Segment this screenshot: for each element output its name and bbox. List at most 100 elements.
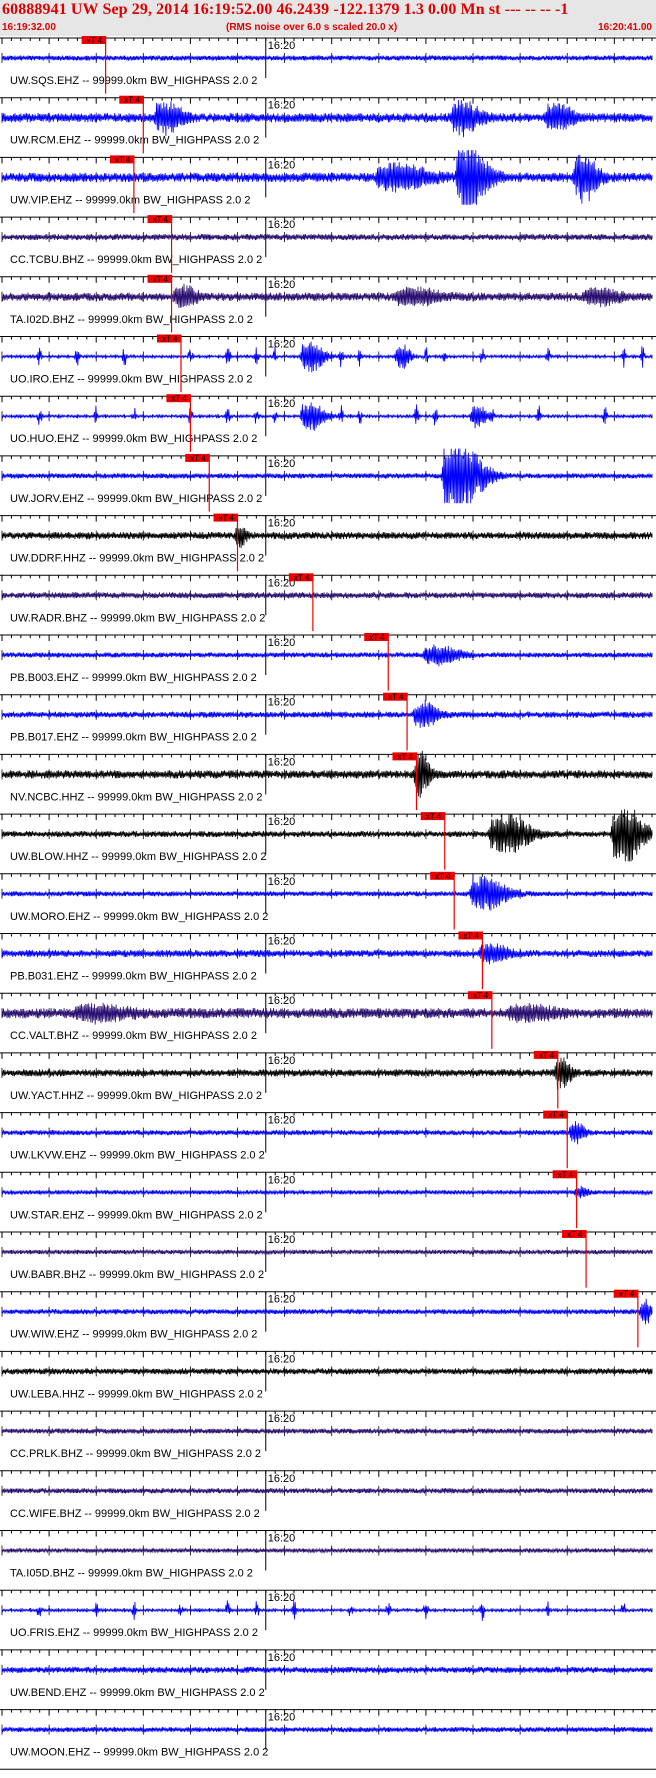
pick-label: xT 4 [435,872,451,881]
station-label: UW.STAR.EHZ -- 99999.0km BW_HIGHPASS 2.0… [10,1209,263,1221]
minute-label: 16:20 [268,219,296,231]
station-label: PB.B003.EHZ -- 99999.0km BW_HIGHPASS 2.0… [10,672,257,684]
trace-row: 16:20 UO.HUO.EHZ -- 99999.0km BW_HIGHPASS… [0,394,656,452]
station-label: UW.DDRF.HHZ -- 99999.0km BW_HIGHPASS 2.0… [10,553,264,565]
trace-row: 16:20 UW.RCM.EHZ -- 99999.0km BW_HIGHPASS… [0,95,656,154]
minute-label: 16:20 [268,1353,296,1365]
minute-label: 16:20 [268,1473,296,1485]
trace-row: 16:20 UW.SQS.EHZ -- 99999.0km BW_HIGHPASS… [0,36,656,94]
waveform [1,283,653,308]
pick-label: xT 4 [369,633,385,642]
minute-label: 16:20 [268,398,296,410]
pick-label: xT 4 [153,275,169,284]
pick-label: xT 4 [567,1230,583,1239]
pick-label: xT 4 [190,454,206,463]
minute-label: 16:20 [268,1115,296,1127]
station-label: CC.TCBU.BHZ -- 99999.0km BW_HIGHPASS 2.0… [10,254,262,266]
trace-row: 16:20 UW.DDRF.HHZ -- 99999.0km BW_HIGHPAS… [0,513,656,572]
station-label: CC.WIFE.BHZ -- 99999.0km BW_HIGHPASS 2.0… [10,1508,260,1520]
minute-label: 16:20 [268,1533,296,1545]
minute-label: 16:20 [268,697,296,709]
waveform [1,99,653,138]
waveform [1,54,653,62]
waveform [1,1002,653,1025]
station-label: UW.RCM.EHZ -- 99999.0km BW_HIGHPASS 2.0 … [10,135,259,147]
trace-row: 16:20 CC.TCBU.BHZ -- 99999.0km BW_HIGHPAS… [0,215,656,273]
minute-label: 16:20 [268,756,296,768]
pick-label: xT 4 [397,752,413,761]
trace-row: 16:20 UW.LKVW.EHZ -- 99999.0km BW_HIGHPAS… [0,1110,656,1169]
trace-row: 16:20 UW.BEND.EHZ -- 99999.0km BW_HIGHPAS… [0,1649,656,1699]
minute-label: 16:20 [268,1712,296,1724]
pick-label: xT 4 [294,573,310,582]
trace-row: 16:20 UW.VIP.EHZ -- 99999.0km BW_HIGHPASS… [0,150,656,214]
trace-row: 16:20 PB.B017.EHZ -- 99999.0km BW_HIGHPAS… [0,692,656,751]
waveform [1,1666,653,1674]
waveform [1,341,653,373]
pick-label: xT 4 [171,394,187,403]
pick-label: xT 4 [473,991,489,1000]
station-label: TA.I05D.BHZ -- 99999.0km BW_HIGHPASS 2.0… [10,1568,253,1580]
minute-label: 16:20 [268,518,296,530]
minute-label: 16:20 [268,1413,296,1425]
station-label: TA.I02D.BHZ -- 99999.0km BW_HIGHPASS 2.0… [10,314,253,326]
trace-row: 16:20 UW.MORO.EHZ -- 99999.0km BW_HIGHPAS… [0,871,656,930]
trace-row: 16:20 TA.I02D.BHZ -- 99999.0km BW_HIGHPAS… [0,274,656,333]
waveform [1,1185,653,1199]
minute-label: 16:20 [268,1174,296,1186]
station-label: UW.MOON.EHZ -- 99999.0km BW_HIGHPASS 2.0… [10,1747,268,1759]
minute-label: 16:20 [268,458,296,470]
waveform [1,1057,653,1090]
pick-label: xT 4 [153,215,169,224]
trace-row: 16:20 UW.BABR.BHZ -- 99999.0km BW_HIGHPAS… [0,1230,656,1288]
station-label: UW.SQS.EHZ -- 99999.0km BW_HIGHPASS 2.0 … [10,75,257,87]
pick-label: xT 4 [162,335,178,344]
trace-row: 16:20 UW.MOON.EHZ -- 99999.0km BW_HIGHPAS… [0,1709,656,1759]
pick-label: xT 4 [219,514,235,523]
pick-label: xT 4 [558,1170,574,1179]
minute-label: 16:20 [268,876,296,888]
waveform [1,1120,653,1145]
pick-label: xT 4 [388,693,404,702]
waveform [1,1487,653,1495]
waveform [1,233,653,241]
waveform [1,1248,653,1256]
minute-label: 16:20 [268,1592,296,1604]
minute-label: 16:20 [268,637,296,649]
seismogram-plot: 16:20 UW.SQS.EHZ -- 99999.0km BW_HIGHPASS… [0,36,656,1770]
trace-row: 16:20 CC.WIFE.BHZ -- 99999.0km BW_HIGHPAS… [0,1470,656,1520]
end-time: 16:20:41.00 [598,22,652,33]
pick-label: xT 4 [539,1051,555,1060]
event-title: 60888941 UW Sep 29, 2014 16:19:52.00 46.… [2,1,569,18]
trace-row: 16:20 NV.NCBC.HHZ -- 99999.0km BW_HIGHPAS… [0,750,656,811]
pick-label: xT 4 [124,96,140,105]
station-label: UW.MORO.EHZ -- 99999.0km BW_HIGHPASS 2.0… [10,911,268,923]
waveform [1,1600,653,1621]
station-label: PB.B017.EHZ -- 99999.0km BW_HIGHPASS 2.0… [10,732,257,744]
minute-label: 16:20 [268,40,296,52]
waveform [1,1726,653,1733]
pick-label: xT 4 [87,36,103,45]
waveform [1,1298,653,1325]
pick-label: xT 4 [548,1111,564,1120]
station-label: UW.BLOW.HHZ -- 99999.0km BW_HIGHPASS 2.0… [10,851,267,863]
station-label: NV.NCBC.HHZ -- 99999.0km BW_HIGHPASS 2.0… [10,791,262,803]
station-label: UW.LKVW.EHZ -- 99999.0km BW_HIGHPASS 2.0… [10,1150,265,1162]
waveform [1,875,653,911]
trace-row: 16:20 UW.LEBA.HHZ -- 99999.0km BW_HIGHPAS… [0,1350,656,1400]
start-time: 16:19:32.00 [2,22,56,33]
trace-row: 16:20 UW.WIW.EHZ -- 99999.0km BW_HIGHPASS… [0,1289,656,1348]
station-label: UW.RADR.BHZ -- 99999.0km BW_HIGHPASS 2.0… [10,612,265,624]
scaling-note: (RMS noise over 6.0 s scaled 20.0 x) [226,22,398,33]
minute-label: 16:20 [268,1294,296,1306]
station-label: PB.B031.EHZ -- 99999.0km BW_HIGHPASS 2.0… [10,971,257,983]
minute-label: 16:20 [268,936,296,948]
trace-row: 16:20 TA.I05D.BHZ -- 99999.0km BW_HIGHPAS… [0,1530,656,1580]
trace-row: 16:20 CC.PRLK.BHZ -- 99999.0km BW_HIGHPAS… [0,1410,656,1460]
pick-label: xT 4 [463,932,479,941]
station-label: CC.PRLK.BHZ -- 99999.0km BW_HIGHPASS 2.0… [10,1448,261,1460]
station-label: UW.VIP.EHZ -- 99999.0km BW_HIGHPASS 2.0 … [10,194,250,206]
station-label: UO.FRIS.EHZ -- 99999.0km BW_HIGHPASS 2.0… [10,1627,258,1639]
minute-label: 16:20 [268,1652,296,1664]
station-label: UO.IRO.EHZ -- 99999.0km BW_HIGHPASS 2.0 … [10,374,252,386]
